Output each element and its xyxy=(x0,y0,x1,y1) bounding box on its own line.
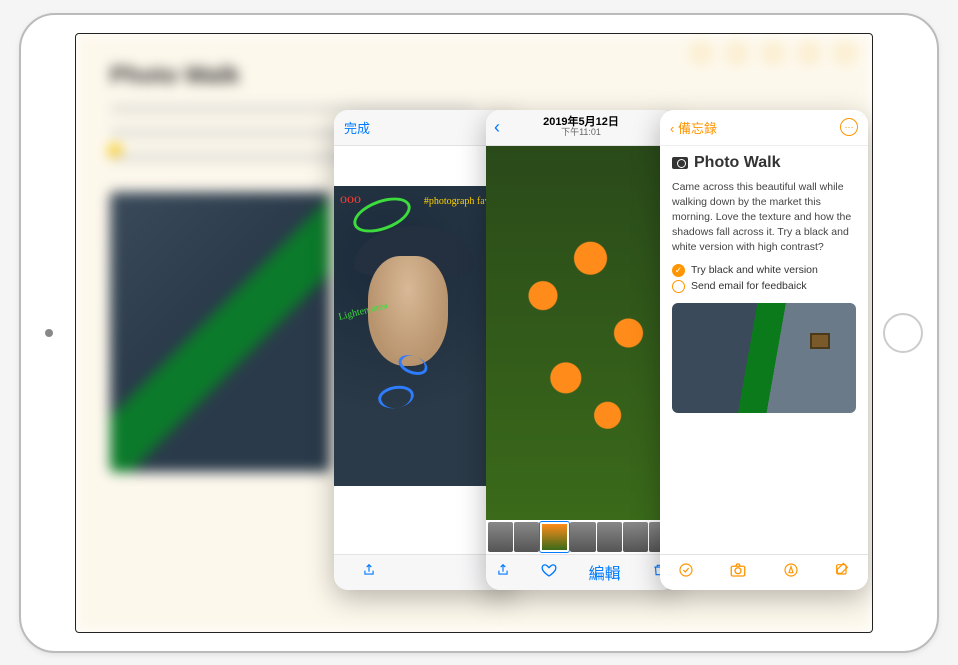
markup-red-text: ooo xyxy=(340,192,361,208)
slideover-card-photos[interactable]: 照片 ‹ 2019年5月12日 下午11:01 xyxy=(486,110,676,590)
notes-back-button[interactable]: ‹ 備忘錄 xyxy=(670,118,717,137)
edit-button[interactable]: 編輯 xyxy=(589,560,621,584)
screen: Photo Walk 郵件 完成 xyxy=(75,33,873,633)
note-attachment-image[interactable] xyxy=(672,303,856,413)
checklist-text: Try black and white version xyxy=(691,264,818,276)
camera-icon[interactable] xyxy=(729,561,747,584)
photos-header: ‹ 2019年5月12日 下午11:01 xyxy=(486,110,676,146)
share-icon[interactable] xyxy=(362,563,376,582)
checkbox-checked-icon[interactable]: ✓ xyxy=(672,264,685,277)
camera-icon xyxy=(672,157,688,169)
checklist-text: Send email for feedbaick xyxy=(691,280,807,292)
slideover-card-notes[interactable]: 備忘錄 ‹ 備忘錄 ⋯ Photo Walk Came across this … xyxy=(660,110,868,590)
photos-footer: 編輯 xyxy=(486,554,676,590)
note-title: Photo Walk xyxy=(694,154,781,172)
checklist-icon[interactable] xyxy=(678,562,694,583)
photo-time: 下午11:01 xyxy=(496,128,666,138)
slideover-app-switcher[interactable]: 郵件 完成 ooo #photograph favorite Lighten a… xyxy=(76,34,872,632)
share-icon[interactable] xyxy=(496,563,510,582)
note-body: Came across this beautiful wall while wa… xyxy=(672,180,856,256)
photo-viewer[interactable] xyxy=(486,146,676,520)
favorite-icon[interactable] xyxy=(541,562,557,583)
home-button[interactable] xyxy=(883,313,923,353)
markup-icon[interactable] xyxy=(783,562,799,583)
checkbox-unchecked-icon[interactable] xyxy=(672,280,685,293)
note-title-row: Photo Walk xyxy=(672,154,856,172)
more-icon[interactable]: ⋯ xyxy=(840,118,858,136)
notes-toolbar: ‹ 備忘錄 ⋯ xyxy=(660,110,868,146)
back-button[interactable]: ‹ xyxy=(494,118,500,138)
front-camera xyxy=(45,329,53,337)
ipad-device-frame: Photo Walk 郵件 完成 xyxy=(19,13,939,653)
thumbnail-strip[interactable] xyxy=(486,520,676,554)
note-content[interactable]: Photo Walk Came across this beautiful wa… xyxy=(660,146,868,554)
notes-footer xyxy=(660,554,868,590)
compose-icon[interactable] xyxy=(834,562,850,583)
checklist-item[interactable]: ✓ Try black and white version xyxy=(672,264,856,277)
done-button[interactable]: 完成 xyxy=(344,118,370,137)
checklist-item[interactable]: Send email for feedbaick xyxy=(672,280,856,293)
